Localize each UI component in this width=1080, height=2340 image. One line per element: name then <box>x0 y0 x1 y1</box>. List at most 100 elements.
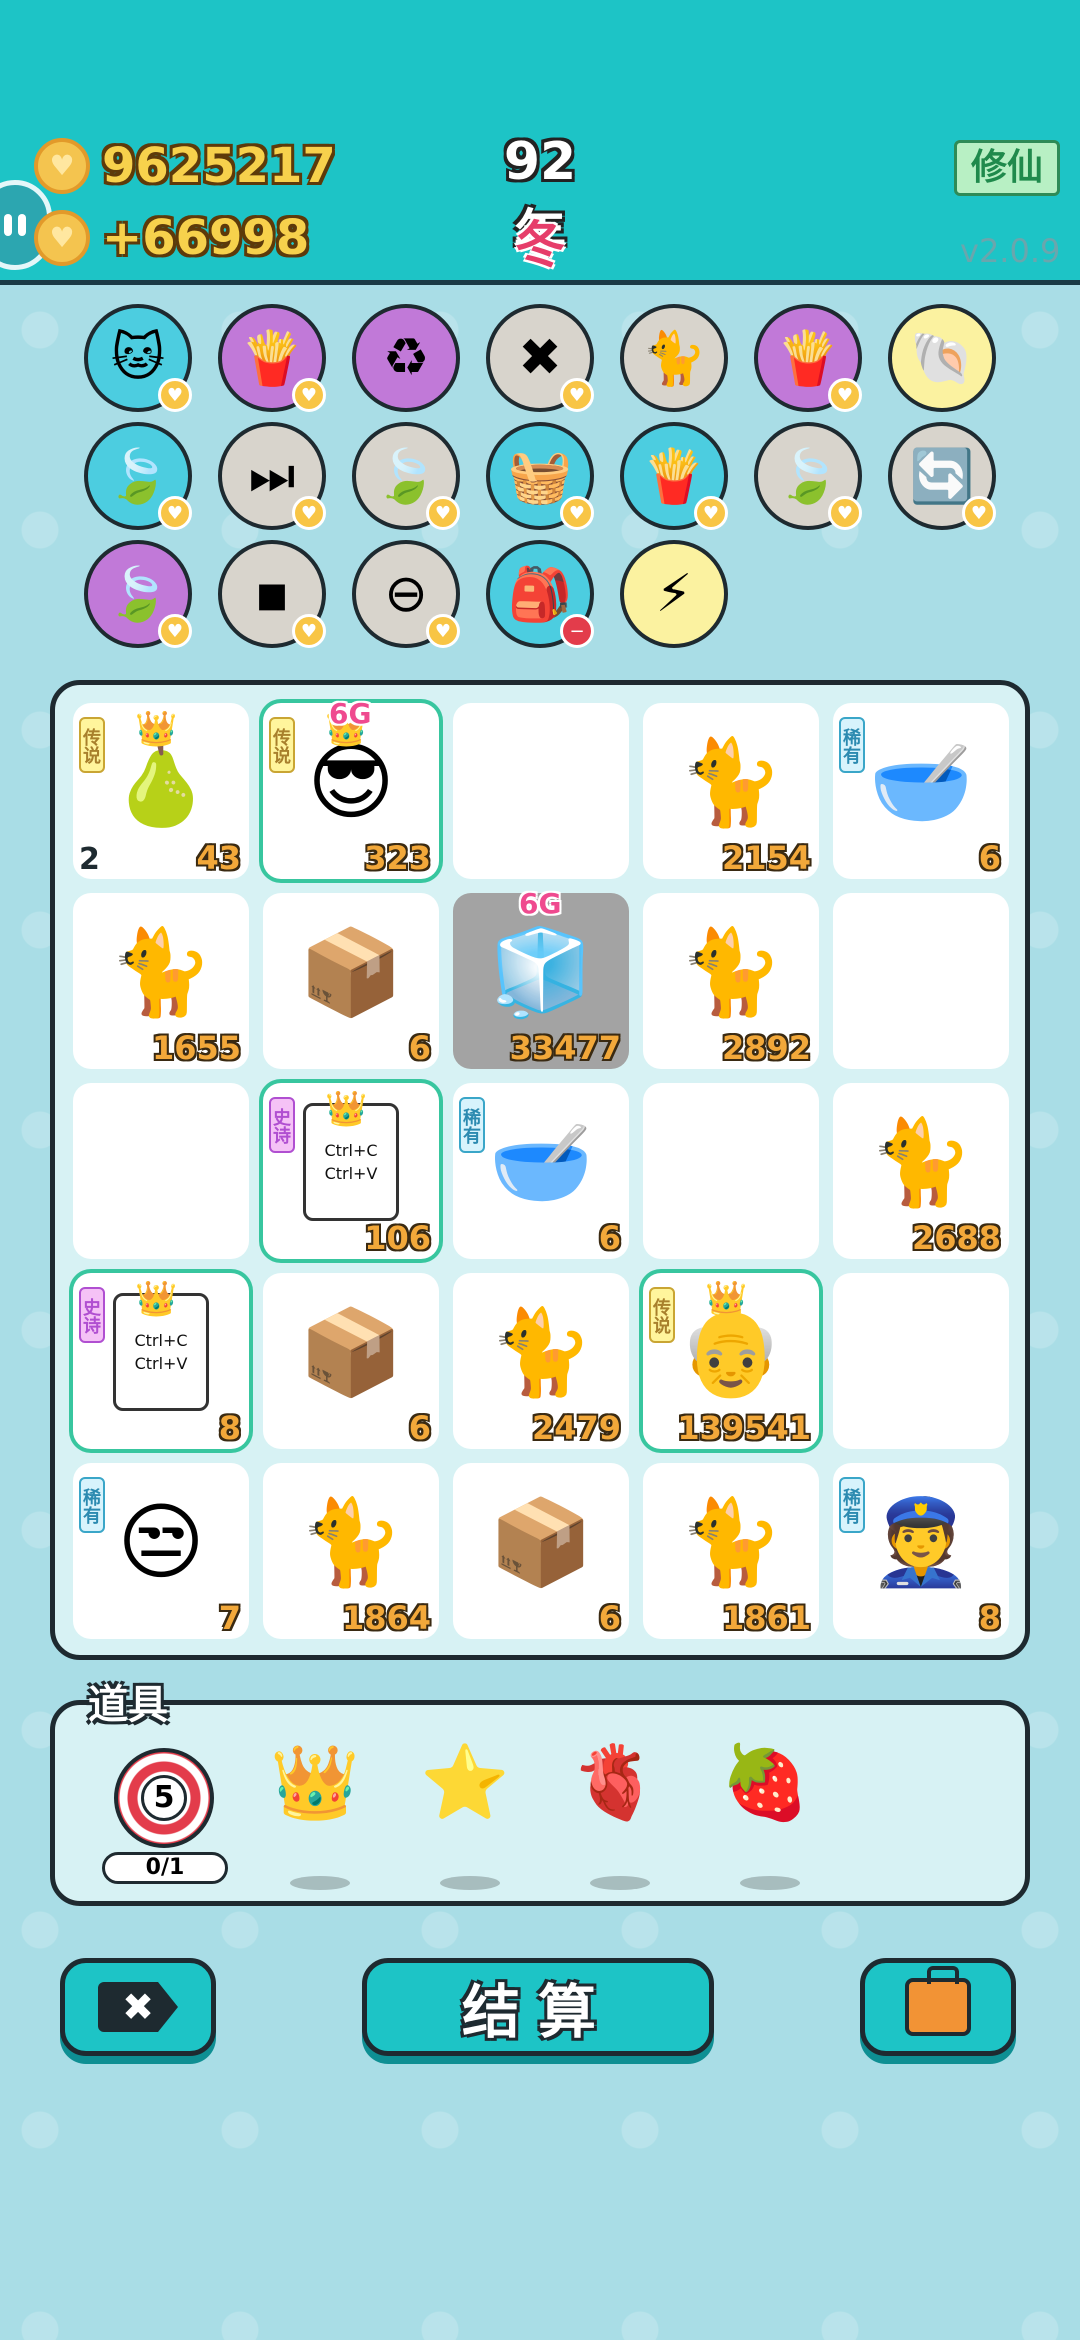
income-amount: +66998 <box>102 210 310 266</box>
briefcase-icon <box>905 1966 971 2036</box>
board-cell[interactable]: 🐈 2479 <box>453 1273 629 1449</box>
skill-leaf-2[interactable]: 🍃 ♥ <box>352 422 460 530</box>
skill-refresh[interactable]: 🔄 ♥ <box>888 422 996 530</box>
board-cell[interactable]: 🥣 稀有 6 <box>833 703 1009 879</box>
skill-shell[interactable]: 🐚 <box>888 304 996 412</box>
board-cell[interactable]: 🥣 稀有 6 <box>453 1083 629 1259</box>
heart-badge-icon: ♥ <box>426 496 460 530</box>
board-cell[interactable]: 🐈 1864 <box>263 1463 439 1639</box>
network-6g-label: 6G <box>329 697 372 730</box>
cell-value: 8 <box>218 1409 241 1447</box>
cell-value: 2154 <box>721 839 811 877</box>
board-cell[interactable]: 😎 👑 6G 传说 323 <box>263 697 439 879</box>
skill-fries[interactable]: 🍟 ♥ <box>218 304 326 412</box>
empty-slot <box>453 717 629 847</box>
cell-value: 1655 <box>151 1029 241 1067</box>
cultivation-mode-button[interactable]: 修仙 <box>954 140 1060 196</box>
package-icon: 📦 <box>488 1492 594 1591</box>
board-cell[interactable]: 👴 👑 传说 139541 <box>643 1273 819 1449</box>
skill-leaf-3[interactable]: 🍃 ♥ <box>754 422 862 530</box>
skill-recycle[interactable]: ♻ <box>352 304 460 412</box>
board-cell[interactable] <box>73 1083 249 1259</box>
rarity-tag: 稀有 <box>79 1477 105 1533</box>
skill-lightning[interactable]: ⚡ <box>620 540 728 648</box>
board-cell[interactable]: 🐈 1861 <box>643 1463 819 1639</box>
season-label: 冬 <box>515 216 565 274</box>
inventory-button[interactable] <box>860 1958 1016 2056</box>
board-cell[interactable]: 🍐 👑 传说 2 43 <box>73 703 249 879</box>
coin-icon: ♥ <box>34 138 90 194</box>
board-cell[interactable]: 📦 6 <box>263 1273 439 1449</box>
cell-value: 6 <box>408 1409 431 1447</box>
cell-value: 2479 <box>531 1409 621 1447</box>
board-cell[interactable] <box>833 893 1009 1069</box>
liver-icon: 🫀 <box>570 1740 660 1824</box>
prop-crown[interactable]: 👑 <box>260 1740 370 1890</box>
board-cell[interactable]: 🐈 2688 <box>833 1083 1009 1259</box>
cat-icon: 🐈 <box>868 1112 974 1211</box>
skill-twin-cats[interactable]: 🐈 <box>620 304 728 412</box>
heart-badge-icon: ♥ <box>158 496 192 530</box>
skill-cat-heads[interactable]: 🐱 ♥ <box>84 304 192 412</box>
board-cell[interactable]: Ctrl+C Ctrl+V 👑 史诗 8 <box>73 1273 249 1449</box>
skill-fruit-basket[interactable]: 🧺 ♥ <box>486 422 594 530</box>
empty-slot <box>73 1097 249 1227</box>
prop-star[interactable]: ⭐ <box>410 1740 520 1890</box>
skill-fries-3[interactable]: 🍟 ♥ <box>620 422 728 530</box>
rarity-tag: 稀有 <box>839 717 865 773</box>
crown-icon: 👑 <box>135 709 178 749</box>
rarity-tag: 稀有 <box>459 1097 485 1153</box>
prop-liver[interactable]: 🫀 <box>560 1740 670 1890</box>
rarity-tag: 传说 <box>269 717 295 773</box>
leaf-icon: 🍃 <box>105 446 171 507</box>
discard-button[interactable]: ✖ <box>60 1958 216 2056</box>
package-icon: 📦 <box>298 922 404 1021</box>
prop-lychee[interactable]: 🍓 <box>710 1740 820 1890</box>
settle-button[interactable]: 结算 <box>362 1958 714 2056</box>
board-cell[interactable] <box>453 703 629 879</box>
board-cell[interactable] <box>643 1083 819 1259</box>
board-cell[interactable] <box>833 1273 1009 1449</box>
board-cell[interactable]: 🧊 6G 33477 <box>453 887 629 1069</box>
twin-cats-icon: 🐈 <box>641 328 707 389</box>
rarity-tag: 传说 <box>79 717 105 773</box>
leaf-3-icon: 🍃 <box>775 446 841 507</box>
board-cell[interactable]: 🐈 2154 <box>643 703 819 879</box>
cat-icon: 🐈 <box>488 1302 594 1401</box>
delete-tag-icon: ✖ <box>98 1982 178 2032</box>
skill-cubes[interactable]: ▪ ♥ <box>218 540 326 648</box>
recycle-icon: ♻ <box>382 328 430 388</box>
rarity-tag: 传说 <box>649 1287 675 1343</box>
fridge-icon: 🧊 <box>488 922 594 1021</box>
empty-slot <box>643 1097 819 1227</box>
skill-leaf[interactable]: 🍃 ♥ <box>84 422 192 530</box>
heart-badge-icon: ♥ <box>962 496 996 530</box>
board-cell[interactable]: 🐈 1655 <box>73 893 249 1069</box>
cell-value: 43 <box>196 839 241 877</box>
fries-3-icon: 🍟 <box>641 446 707 507</box>
board-cell[interactable]: 🐈 2892 <box>643 893 819 1069</box>
cell-value: 6 <box>598 1219 621 1257</box>
heart-badge-icon: ♥ <box>292 496 326 530</box>
skip-icon: ⏭ <box>248 445 296 506</box>
cat-icon: 🐈 <box>678 732 784 831</box>
skill-skip[interactable]: ⏭ ♥ <box>218 422 326 530</box>
shell-icon: 🐚 <box>909 328 975 389</box>
cat-icon: 🐈 <box>108 922 214 1021</box>
skill-delete-tag[interactable]: ✖ ♥ <box>486 304 594 412</box>
board-cell[interactable]: 😒 稀有 7 <box>73 1463 249 1639</box>
board-cell[interactable]: Ctrl+C Ctrl+V 👑 史诗 106 <box>263 1083 439 1259</box>
skill-minus[interactable]: ⊖ ♥ <box>352 540 460 648</box>
skill-sack[interactable]: 🎒 − <box>486 540 594 648</box>
board-cell[interactable]: 📦 6 <box>453 1463 629 1639</box>
board-cell[interactable]: 📦 6 <box>263 893 439 1069</box>
heart-badge-icon: ♥ <box>158 614 192 648</box>
board-cell[interactable]: 👮 稀有 8 <box>833 1463 1009 1639</box>
cell-value: 323 <box>364 839 431 877</box>
heart-badge-icon: ♥ <box>560 496 594 530</box>
skill-leaf-4[interactable]: 🍃 ♥ <box>84 540 192 648</box>
cell-value: 6 <box>408 1029 431 1067</box>
skill-fries-2[interactable]: 🍟 ♥ <box>754 304 862 412</box>
target-prop[interactable]: 5 <box>114 1748 214 1848</box>
prop-shadow <box>290 1876 350 1890</box>
